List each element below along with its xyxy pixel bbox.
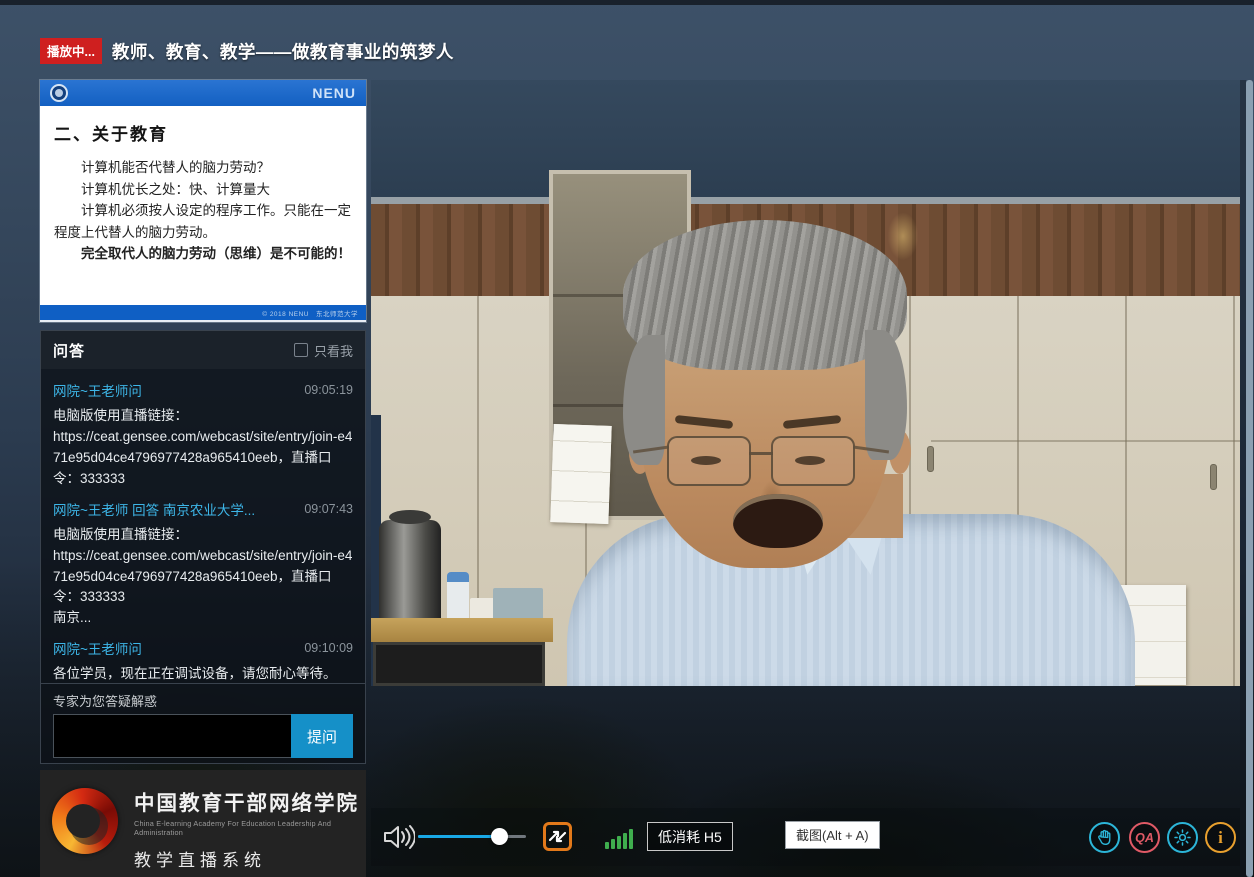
slide-brand: NENU — [312, 85, 356, 101]
qa-header: 问答 只看我 — [41, 331, 365, 369]
qa-message: 网院~王老师问 09:05:19 电脑版使用直播链接： https://ceat… — [53, 380, 353, 490]
slide-footer-text: © 2018 NENU 东北师范大学 — [262, 308, 358, 318]
video-wall-trim — [371, 197, 1240, 204]
slide-header: NENU — [40, 80, 366, 106]
qa-title: 问答 — [53, 340, 85, 361]
volume-fill — [418, 835, 499, 838]
ask-row: 提问 — [53, 714, 353, 758]
info-button[interactable]: i — [1205, 822, 1236, 853]
qa-divider — [41, 683, 365, 684]
settings-button[interactable] — [1167, 822, 1198, 853]
switch-arrows-icon — [548, 828, 567, 845]
slide-panel[interactable]: NENU 二、关于教育 计算机能否代替人的脑力劳动？ 计算机优长之处：快、计算量… — [40, 80, 366, 322]
message-author: 网院~王老师 回答 南京农业大学... — [53, 499, 255, 519]
qa-message-list[interactable]: 网院~王老师问 09:05:19 电脑版使用直播链接： https://ceat… — [41, 369, 365, 685]
volume-thumb[interactable] — [491, 828, 508, 845]
signal-strength-icon — [605, 827, 635, 849]
ask-label: 专家为您答疑解惑 — [53, 691, 157, 710]
stream-route-button[interactable] — [543, 822, 572, 851]
page-title: 教师、教育、教学——做教育事业的筑梦人 — [112, 39, 454, 64]
university-emblem-icon — [50, 84, 68, 102]
qa-message: 网院~王老师 回答 南京农业大学... 09:07:43 电脑版使用直播链接： … — [53, 499, 353, 630]
slide-line: 计算机必须按人设定的程序工作。只能在一定程度上代替人的脑力劳动。 — [54, 200, 352, 243]
hand-icon — [1096, 829, 1113, 846]
quality-selector[interactable]: 低消耗 H5 — [647, 822, 733, 851]
org-name-cn: 中国教育干部网络学院 — [134, 786, 366, 816]
live-classroom-page: 播放中... 教师、教育、教学——做教育事业的筑梦人 NENU 二、关于教育 计… — [0, 0, 1254, 877]
glasses-bridge — [749, 452, 773, 455]
paper-notice — [550, 424, 611, 524]
top-strip — [0, 0, 1254, 5]
raise-hand-button[interactable] — [1089, 822, 1120, 853]
qa-panel: 问答 只看我 网院~王老师问 09:05:19 电脑版使用直播链接： https… — [40, 330, 366, 764]
message-body: 电脑版使用直播链接： https://ceat.gensee.com/webca… — [53, 525, 353, 630]
status-badge: 播放中... — [40, 38, 102, 64]
question-input[interactable] — [53, 714, 291, 758]
video-wall-upper — [371, 80, 1240, 197]
cabinet-handle — [1210, 464, 1217, 490]
slide-footer: © 2018 NENU 东北师范大学 — [40, 305, 366, 320]
message-time: 09:05:19 — [304, 383, 353, 397]
phoenix-logo-icon — [52, 788, 118, 854]
slide-line: 计算机能否代替人的脑力劳动？ — [54, 157, 352, 179]
slide-heading: 二、关于教育 — [54, 120, 352, 145]
sun-brightness-icon — [1174, 829, 1191, 846]
slide-line: 计算机优长之处：快、计算量大 — [54, 179, 352, 201]
message-body: 电脑版使用直播链接： https://ceat.gensee.com/webca… — [53, 406, 353, 490]
speaker-mouth — [733, 494, 823, 548]
only-me-filter[interactable]: 只看我 — [294, 341, 353, 360]
page-scrollbar[interactable] — [1246, 80, 1253, 877]
speaker-eye — [691, 456, 721, 465]
message-author: 网院~王老师问 — [53, 638, 142, 658]
branding-block: 中国教育干部网络学院 China E-learning Academy For … — [40, 770, 366, 877]
system-name: 教学直播系统 — [134, 846, 366, 871]
info-icon: i — [1218, 828, 1223, 848]
message-time: 09:07:43 — [304, 502, 353, 516]
monitor — [373, 642, 545, 686]
slide-highlight: 完全取代人的脑力劳动（思维）是不可能的！ — [54, 243, 352, 265]
cabinet-handle — [927, 446, 934, 472]
qa-message: 网院~王老师问 09:10:09 各位学员，现在正在调试设备，请您耐心等待。 — [53, 638, 353, 685]
message-author: 网院~王老师问 — [53, 380, 142, 400]
qa-toggle-button[interactable]: QA — [1129, 822, 1160, 853]
message-time: 09:10:09 — [304, 641, 353, 655]
only-me-label: 只看我 — [314, 341, 353, 360]
org-name-en: China E-learning Academy For Education L… — [134, 819, 366, 837]
screenshot-tooltip: 截图(Alt + A) — [785, 821, 880, 849]
player-control-bar: 低消耗 H5 截图(Alt + A) QA i — [371, 808, 1240, 866]
volume-slider[interactable] — [418, 835, 526, 838]
slide-body: 二、关于教育 计算机能否代替人的脑力劳动？ 计算机优长之处：快、计算量大 计算机… — [40, 106, 366, 305]
header: 播放中... 教师、教育、教学——做教育事业的筑梦人 — [40, 38, 454, 64]
ask-button[interactable]: 提问 — [291, 714, 353, 758]
desk — [371, 618, 553, 642]
speaker-eye — [795, 456, 825, 465]
cabinet-seam — [931, 440, 1240, 442]
speaker-volume-icon[interactable] — [383, 823, 415, 856]
qa-icon: QA — [1135, 831, 1154, 845]
video-stage[interactable] — [371, 80, 1240, 686]
only-me-checkbox[interactable] — [294, 343, 308, 357]
